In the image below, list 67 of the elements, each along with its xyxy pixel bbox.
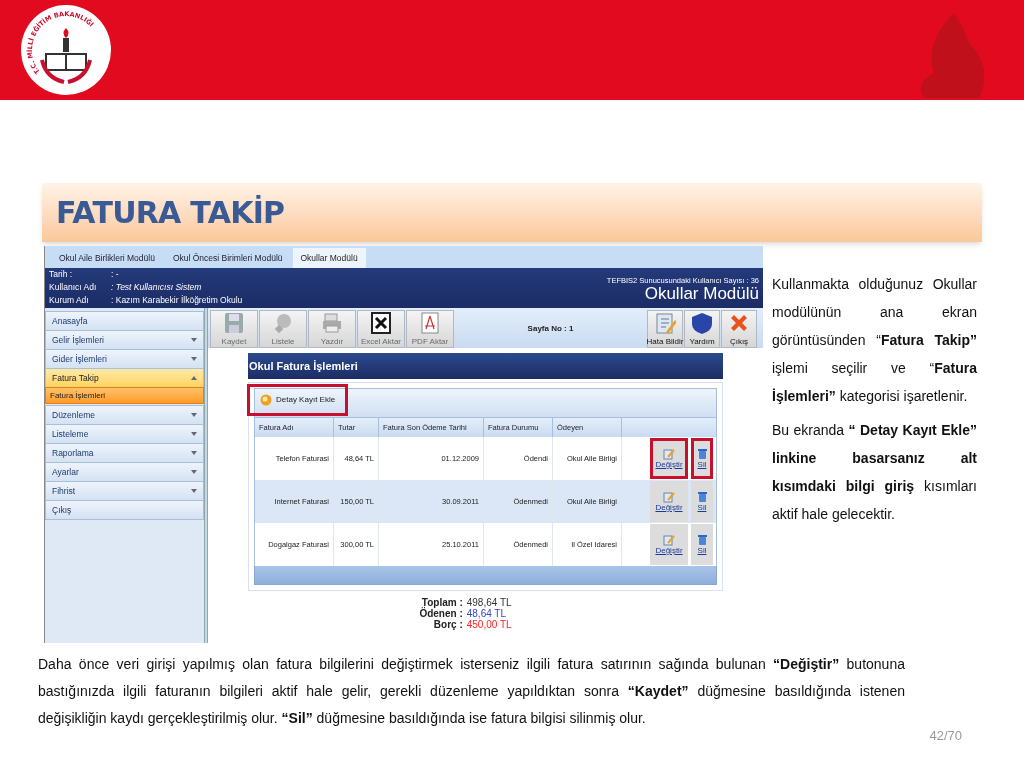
document-pencil-icon [663, 491, 675, 503]
trash-icon [696, 491, 708, 503]
bottom-paragraph: Daha önce veri girişi yapılmış olan fatura bilgilerini değiştirmek isterseniz ilgili fatura satırının sağında bulunan “Değiştir” butonuna bastığınızda ilgili faturanın bilgileri aktif hale gelir, gerekli düzenleme yapıldıktan sonra “Kaydet” düğmesine basıldığında istenen değişikliğin kaydı gerçekleştirilmiş olur. “Sil” düğmesine basıldığında ise fatura bilgisi silinmiş olur. [38, 655, 905, 728]
module-tab[interactable]: Okul Öncesi Birimleri Modülü [164, 248, 291, 268]
document-pencil-icon [663, 448, 675, 460]
total-label: Borç : [432, 619, 463, 630]
total-value: 48,64 TL [466, 608, 508, 619]
delete-button[interactable]: Sil [691, 481, 713, 522]
sidebar-item-label: Gider İşlemleri [52, 352, 107, 366]
sidebar-item[interactable]: Ayarlar [45, 462, 204, 482]
sidebar-item-label: Listeleme [52, 427, 89, 441]
module-title: Okullar Modülü [644, 285, 759, 303]
sidebar-item-label: Düzenleme [52, 408, 95, 422]
trash-icon [696, 448, 708, 460]
sidebar-item[interactable]: Gider İşlemleri [45, 349, 204, 369]
description-paragraph: Bu ekranda “ Detay Kayıt Ekle” linkine basarsanız alt kısımdaki bilgi giriş kısımları aktif hale gelecektir. [772, 421, 977, 524]
sidebar-item-label: Anasayfa [52, 314, 88, 328]
sidebar-item[interactable]: Gelir İşlemleri [45, 330, 204, 350]
sidebar-item-label: Gelir İşlemleri [52, 333, 104, 347]
delete-button[interactable]: Sil [691, 524, 713, 565]
info-label: Kurum Adı [49, 295, 90, 307]
total-value: 450,00 TL [466, 619, 512, 630]
delete-button[interactable]: Sil [691, 438, 713, 479]
printer-icon [321, 312, 343, 334]
sidebar-item-label: Ayarlar [52, 465, 79, 479]
sidebar-item[interactable]: Fihrist [45, 481, 204, 501]
info-value: : Kazım Karabekir İlköğretim Okulu [111, 295, 243, 307]
magnifier-icon [272, 312, 294, 334]
pdf-icon [419, 312, 441, 334]
slide-title: FATURA TAKİP [56, 194, 285, 232]
module-tab[interactable]: Okul Aile Birlikleri Modülü [51, 248, 163, 268]
info-label: Tarih : [49, 269, 74, 281]
add-icon [260, 394, 272, 406]
sidebar-item-label: Fatura Takip [52, 371, 99, 385]
document-pencil-icon [663, 534, 675, 546]
toolbar-button[interactable]: Hata Bildir [647, 310, 683, 348]
page-number-text: Sayfa No : 1 [527, 323, 574, 335]
page-number: 42/70 [929, 727, 962, 745]
total-value: 498,64 TL [466, 597, 512, 608]
sidebar-item[interactable]: Fatura Takip [45, 368, 204, 388]
total-label: Toplam : [421, 597, 463, 608]
add-detail-link[interactable]: Detay Kayıt Ekle [247, 384, 349, 416]
toolbar-button[interactable]: Yardım [684, 310, 720, 348]
sidebar-item-label: Fihrist [52, 484, 76, 498]
info-value: : - [111, 269, 120, 281]
toolbar-button[interactable]: Çıkış [721, 310, 757, 348]
edit-button[interactable]: Değiştir [650, 524, 688, 565]
description-paragraph: Kullanmakta olduğunuz Okullar modülünün ana ekran görüntüsünden “Fatura Takip” işlemi seçilir ve “Fatura İşlemleri” kategorisi işaretlenir. [772, 275, 977, 406]
total-label: Ödenen : [419, 608, 463, 619]
sidebar-item[interactable]: Çıkış [45, 500, 204, 520]
sidebar-item-label: Çıkış [52, 503, 72, 517]
edit-button[interactable]: Değiştir [650, 438, 688, 479]
sidebar-item[interactable]: Raporlama [45, 443, 204, 463]
info-label: Kullanıcı Adı [49, 282, 98, 294]
sidebar-subitem[interactable]: Fatura İşlemleri [45, 387, 204, 404]
sidebar-item[interactable]: Anasayfa [45, 311, 204, 331]
excel-icon [370, 312, 392, 334]
info-value: : Test Kullanıcısı Sistem [111, 282, 203, 294]
document-pencil-icon [654, 312, 676, 334]
sidebar-item[interactable]: Listeleme [45, 424, 204, 444]
sidebar-item-label: Raporlama [52, 446, 94, 460]
edit-button[interactable]: Değiştir [650, 481, 688, 522]
trash-icon [696, 534, 708, 546]
shield-icon [691, 312, 713, 334]
module-tab[interactable]: Okullar Modülü [292, 248, 366, 268]
panel-title: Okul Fatura İşlemleri [248, 353, 723, 379]
sidebar-item[interactable]: Düzenleme [45, 405, 204, 425]
